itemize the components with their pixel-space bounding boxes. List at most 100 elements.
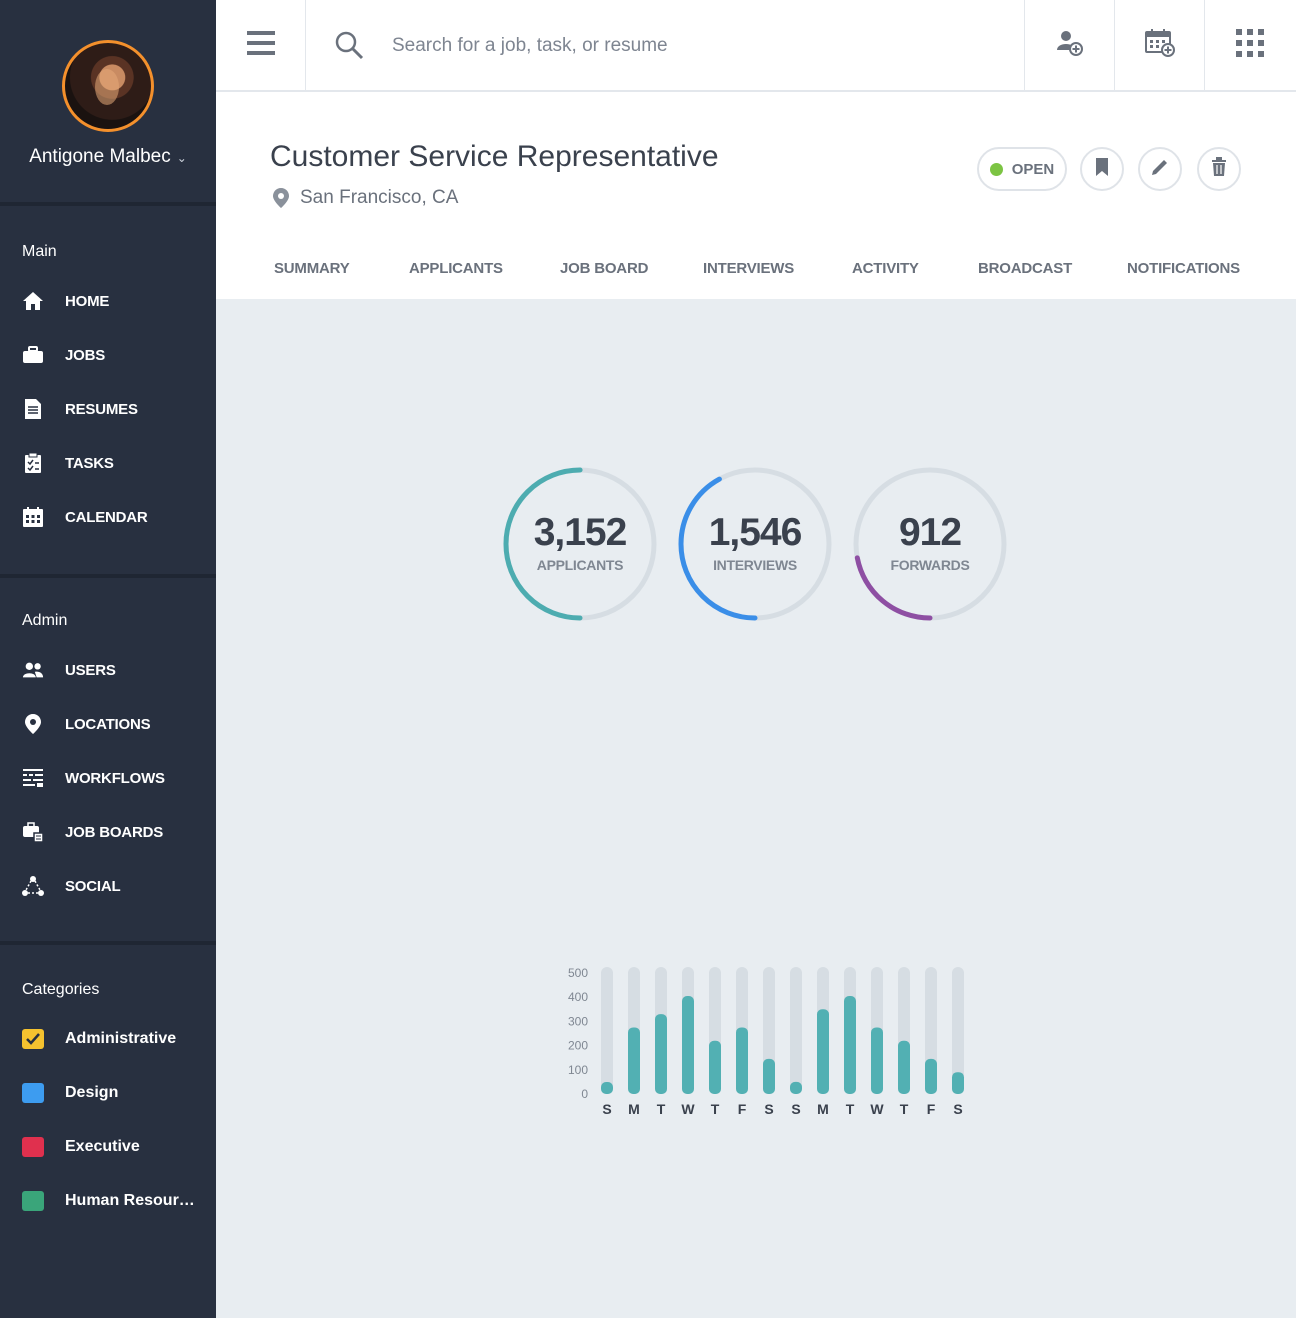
sidebar-item-users[interactable]: USERS (0, 650, 216, 690)
pencil-icon (1150, 157, 1170, 182)
bar (628, 1027, 640, 1094)
x-tick-label: S (953, 1101, 962, 1117)
sidebar-item-workflows[interactable]: WORKFLOWS (0, 758, 216, 798)
tab-applicants[interactable]: APPLICANTS (409, 260, 503, 277)
bar (844, 995, 856, 1094)
job-location: San Francisco, CA (272, 187, 458, 209)
sidebar-item-resumes[interactable]: RESUMES (0, 389, 216, 429)
category-label: Administrative (65, 1030, 177, 1047)
tab-summary[interactable]: SUMMARY (274, 260, 350, 277)
social-network-icon (22, 875, 44, 897)
category-label: Human Resourc... (65, 1192, 197, 1209)
delete-button[interactable] (1197, 147, 1241, 191)
location-pin-icon (273, 188, 289, 208)
add-user-button[interactable] (1024, 0, 1114, 90)
sidebar-item-social[interactable]: SOCIAL (0, 866, 216, 906)
apps-button[interactable] (1204, 0, 1294, 90)
tab-notifications[interactable]: NOTIFICATIONS (1127, 260, 1240, 277)
status-badge[interactable]: OPEN (977, 147, 1067, 191)
tab-bar: SUMMARY APPLICANTS JOB BOARD INTERVIEWS … (216, 252, 1296, 292)
y-tick-label: 300 (568, 1014, 588, 1028)
sidebar-divider (0, 574, 216, 578)
tab-job-board[interactable]: JOB BOARD (560, 260, 648, 277)
y-tick-label: 100 (568, 1063, 588, 1077)
x-tick-label: W (681, 1101, 695, 1117)
bar (871, 1027, 883, 1094)
grid-apps-icon (1235, 28, 1264, 62)
workflow-icon (22, 767, 44, 789)
bar (736, 1027, 748, 1094)
sidebar-item-jobs[interactable]: JOBS (0, 335, 216, 375)
add-event-button[interactable] (1114, 0, 1204, 90)
tab-activity[interactable]: ACTIVITY (852, 260, 919, 277)
x-tick-label: F (738, 1101, 747, 1117)
sidebar-item-tasks[interactable]: TASKS (0, 443, 216, 483)
sidebar-item-locations[interactable]: LOCATIONS (0, 704, 216, 744)
category-administrative[interactable]: Administrative (0, 1019, 216, 1059)
checkbox-checked-icon[interactable] (22, 1029, 44, 1049)
stat-label: FORWARDS (890, 557, 970, 573)
job-header: Customer Service Representative San Fran… (216, 92, 1296, 299)
top-bar (216, 0, 1296, 92)
y-tick-label: 200 (568, 1039, 588, 1053)
job-boards-icon (22, 821, 44, 843)
category-design[interactable]: Design (0, 1073, 216, 1113)
avatar[interactable] (62, 40, 154, 132)
category-label: Design (65, 1084, 119, 1101)
bookmark-button[interactable] (1080, 147, 1124, 191)
category-executive[interactable]: Executive (0, 1127, 216, 1167)
sidebar-item-label: JOBS (65, 346, 106, 364)
bar (925, 1058, 937, 1094)
profile-name-dropdown[interactable]: Antigone Malbec ⌄ (0, 146, 216, 168)
stat-applicants: 3,152 APPLICANTS (502, 466, 658, 622)
y-tick-label: 0 (581, 1087, 588, 1101)
stat-label: APPLICANTS (536, 557, 624, 573)
sidebar-item-label: CALENDAR (65, 508, 148, 526)
tab-interviews[interactable]: INTERVIEWS (703, 260, 794, 277)
bar (817, 1009, 829, 1094)
tab-broadcast[interactable]: BROADCAST (978, 260, 1072, 277)
category-human-resources[interactable]: Human Resourc... (0, 1181, 216, 1221)
calendar-add-icon (1144, 28, 1175, 62)
calendar-icon (22, 506, 44, 528)
add-user-icon (1056, 30, 1084, 61)
hamburger-menu-icon (246, 30, 275, 61)
bar (709, 1040, 721, 1094)
x-tick-label: T (657, 1101, 666, 1117)
x-tick-label: T (900, 1101, 909, 1117)
stat-label: INTERVIEWS (713, 557, 797, 573)
section-title-categories: Categories (22, 981, 100, 998)
search-input[interactable] (392, 28, 972, 64)
chevron-down-icon: ⌄ (176, 151, 187, 165)
x-tick-label: M (628, 1101, 640, 1117)
sidebar-item-job-boards[interactable]: JOB BOARDS (0, 812, 216, 852)
checkbox-icon[interactable] (22, 1191, 44, 1211)
sidebar-item-home[interactable]: HOME (0, 281, 216, 321)
menu-button[interactable] (216, 0, 306, 90)
status-text: OPEN (1011, 160, 1055, 178)
bar (898, 1040, 910, 1094)
x-tick-label: M (817, 1101, 829, 1117)
section-title-main: Main (22, 243, 57, 260)
sidebar-item-calendar[interactable]: CALENDAR (0, 497, 216, 537)
document-icon (22, 398, 44, 420)
bookmark-icon (1095, 157, 1109, 182)
status-dot-icon (989, 162, 1003, 176)
x-tick-label: F (927, 1101, 936, 1117)
checkbox-icon[interactable] (22, 1083, 44, 1103)
clipboard-icon (22, 452, 44, 474)
user-name: Antigone Malbec (29, 146, 171, 167)
bar (952, 1072, 964, 1094)
home-icon (22, 290, 44, 312)
checkbox-icon[interactable] (22, 1137, 44, 1157)
sidebar-item-label: SOCIAL (65, 877, 121, 895)
category-label: Executive (65, 1138, 140, 1155)
x-tick-label: W (870, 1101, 884, 1117)
sidebar-item-label: JOB BOARDS (65, 823, 164, 841)
main-content: 3,152 APPLICANTS 1,546 INTERVIEWS 912 FO… (216, 299, 1296, 1316)
bar (790, 1081, 802, 1094)
sidebar: Antigone Malbec ⌄ Main HOME JOBS RESUMES … (0, 0, 216, 1318)
edit-button[interactable] (1138, 147, 1182, 191)
users-icon (22, 659, 44, 681)
sidebar-item-label: HOME (65, 292, 110, 310)
